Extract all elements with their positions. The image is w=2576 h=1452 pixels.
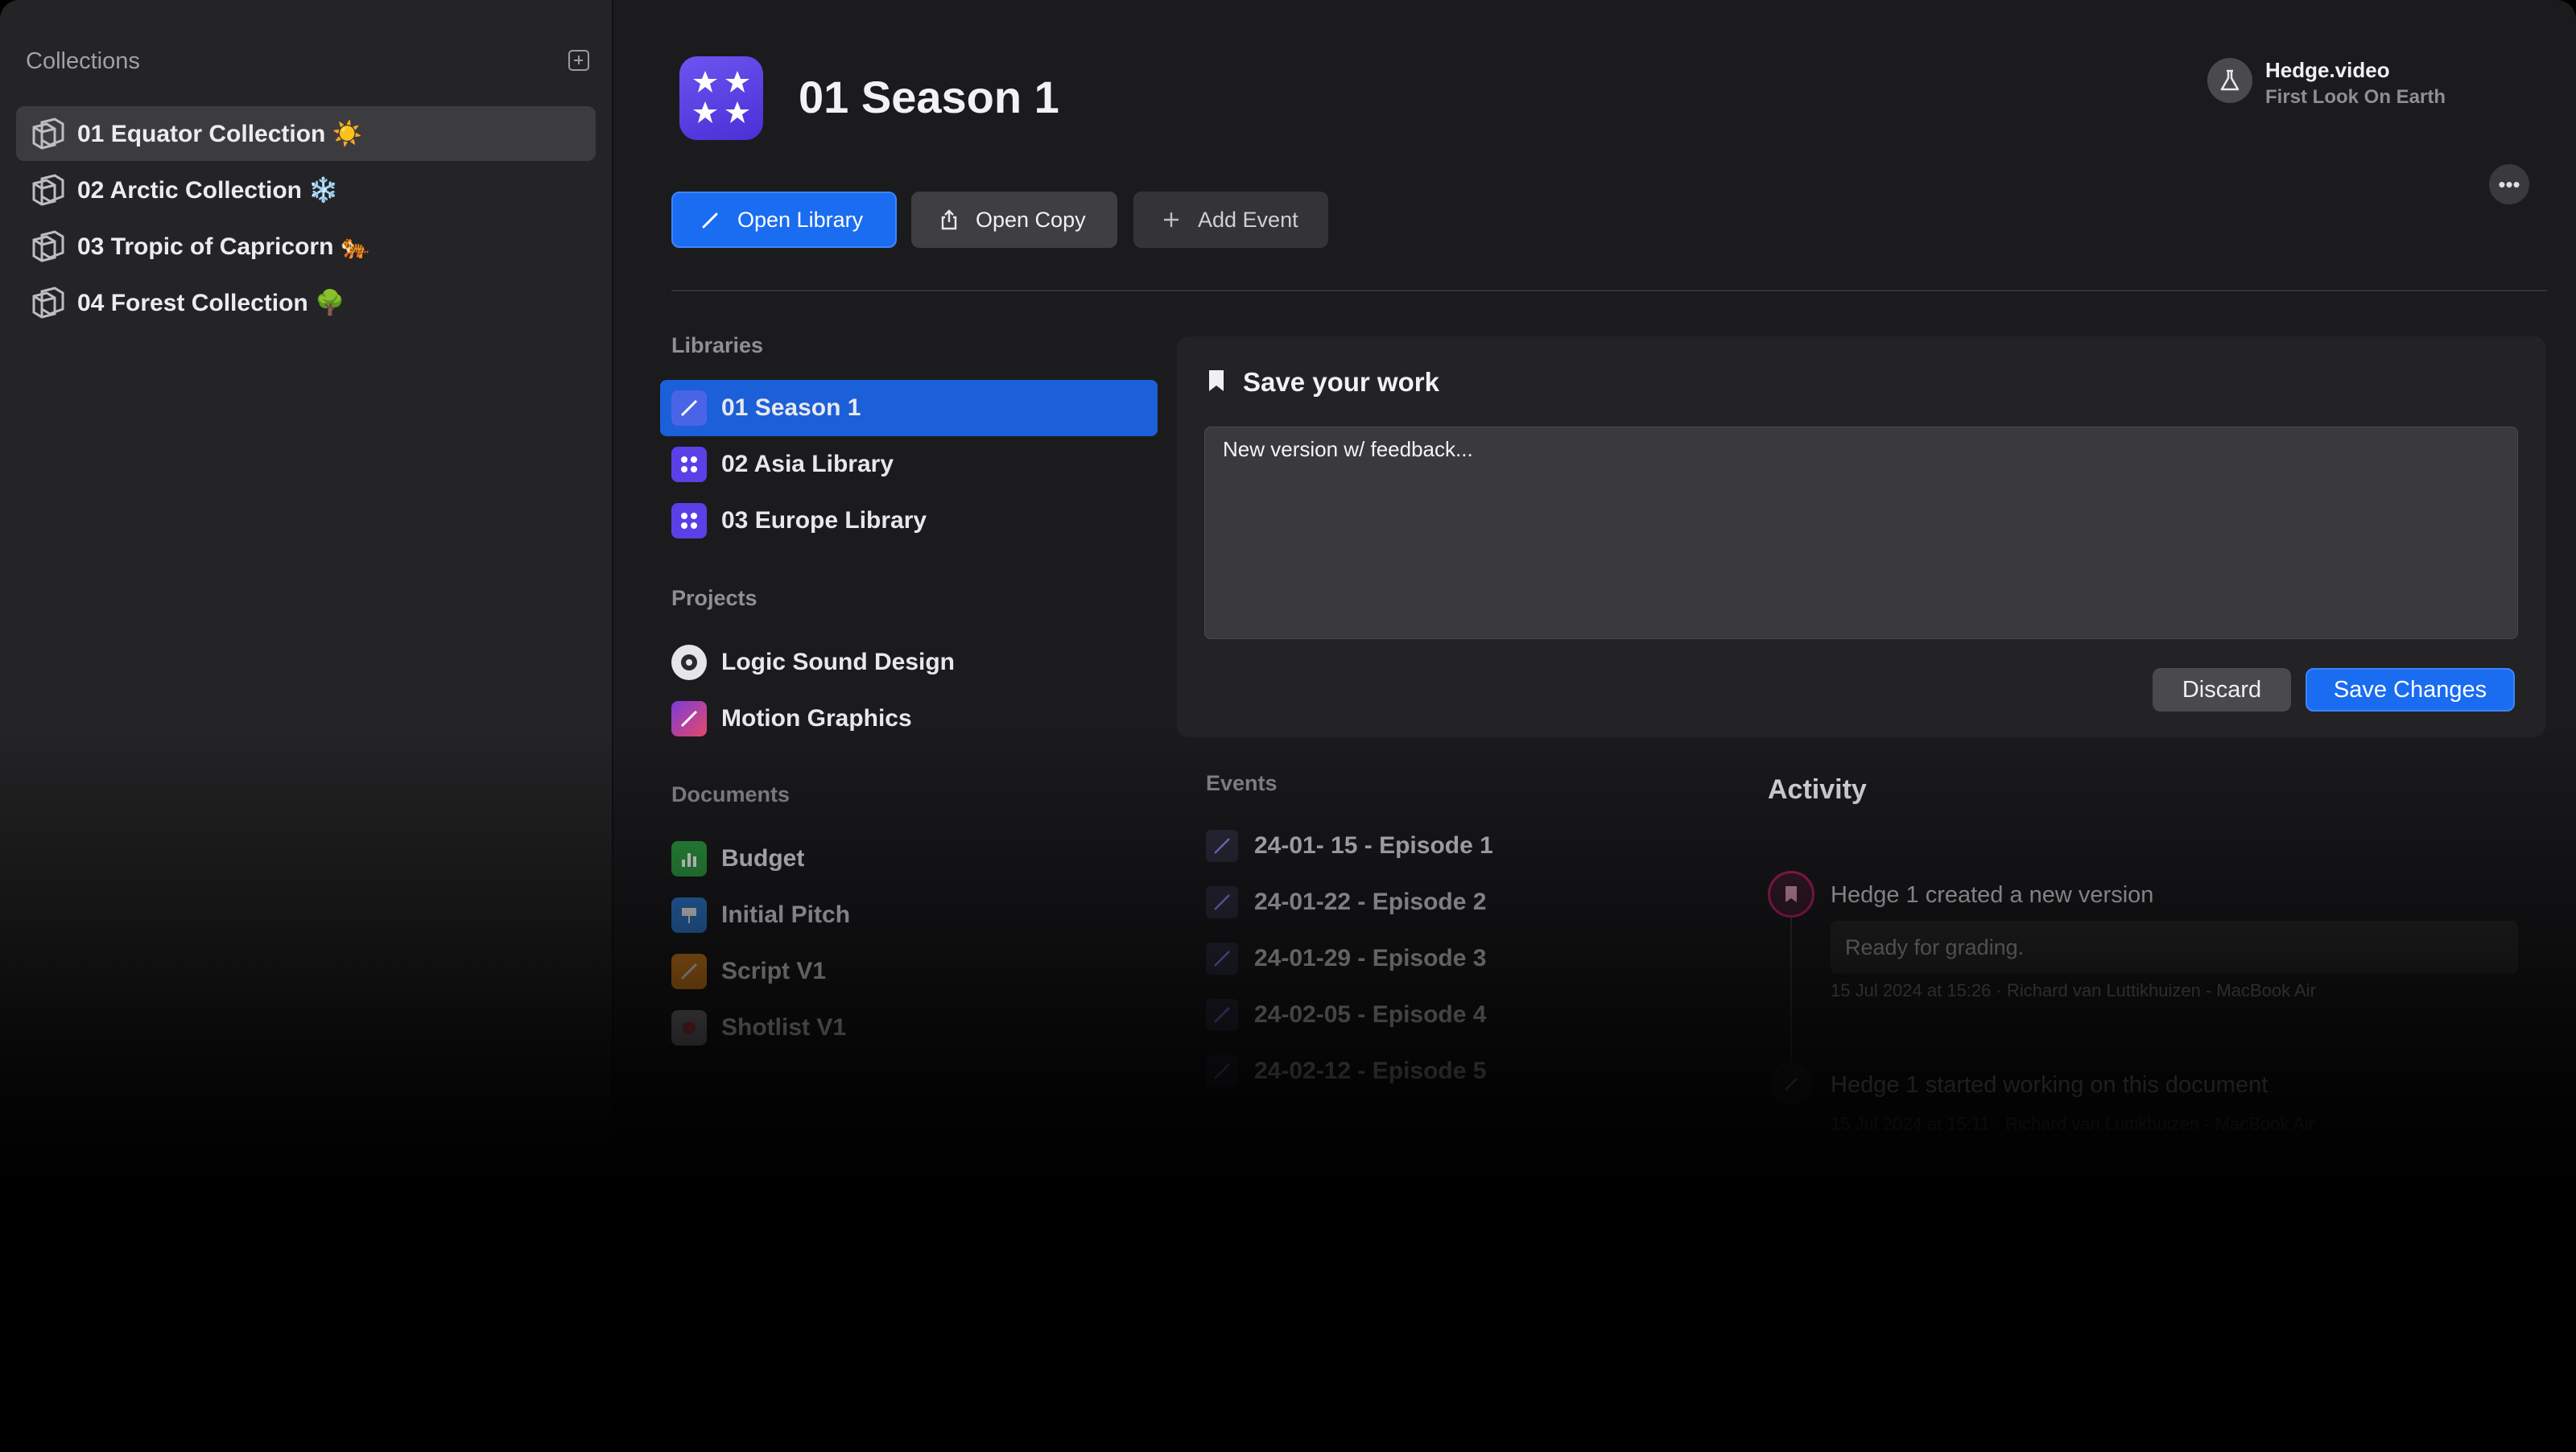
- save-changes-button[interactable]: Save Changes: [2306, 668, 2515, 712]
- event-item[interactable]: 24-02-12 - Episode 5: [1206, 1046, 1486, 1096]
- collection-icon: [32, 287, 64, 319]
- sidebar-item-label: 01 Equator Collection ☀️: [77, 120, 363, 147]
- events-heading: Events: [1206, 771, 1278, 795]
- wand-icon: [1206, 943, 1238, 975]
- event-item[interactable]: 24-01- 15 - Episode 1: [1206, 821, 1493, 871]
- chart-icon: [671, 841, 707, 877]
- document-item-label: Budget: [721, 845, 805, 872]
- event-label: 24-01-22 - Episode 2: [1254, 889, 1487, 915]
- divider: [671, 290, 2547, 291]
- pencil-icon: [671, 954, 707, 989]
- user-account[interactable]: Hedge.video First Look On Earth: [2207, 58, 2446, 109]
- document-item-shotlist[interactable]: Shotlist V1: [660, 1000, 1158, 1056]
- plus-icon: [1164, 212, 1179, 227]
- event-item[interactable]: 24-01-22 - Episode 2: [1206, 877, 1486, 927]
- document-item-label: Initial Pitch: [721, 901, 851, 928]
- discard-button[interactable]: Discard: [2153, 668, 2291, 712]
- project-item-label: Motion Graphics: [721, 705, 912, 732]
- wand-icon: [702, 212, 718, 229]
- motion-app-icon: [671, 701, 707, 736]
- collection-icon: [32, 118, 64, 150]
- library-stars-icon: [671, 503, 707, 538]
- library-item-label: 01 Season 1: [721, 394, 861, 421]
- activity-heading: Activity: [1768, 774, 1867, 805]
- sidebar-item-tropic[interactable]: 03 Tropic of Capricorn 🐅: [16, 219, 596, 274]
- bookmark-icon: [1768, 871, 1814, 918]
- version-note-input[interactable]: New version w/ feedback...: [1204, 427, 2518, 639]
- projects-heading: Projects: [671, 586, 758, 610]
- page-title: 01 Season 1: [799, 72, 1059, 122]
- brush-icon: [671, 1010, 707, 1046]
- logic-app-icon: [671, 645, 707, 680]
- document-item-pitch[interactable]: Initial Pitch: [660, 887, 1158, 943]
- activity-text: Hedge 1 created a new version: [1831, 882, 2154, 908]
- open-copy-button[interactable]: Open Copy: [911, 192, 1117, 248]
- event-label: 24-01- 15 - Episode 1: [1254, 832, 1493, 859]
- event-item[interactable]: 24-02-05 - Episode 4: [1206, 990, 1486, 1040]
- open-library-label: Open Library: [737, 207, 864, 232]
- save-work-panel: Save your work New version w/ feedback..…: [1177, 336, 2545, 737]
- user-name: Hedge.video: [2265, 58, 2390, 82]
- open-library-button[interactable]: Open Library: [671, 192, 897, 248]
- activity-meta: 15 Jul 2024 at 15:11 · Richard van Lutti…: [1831, 1114, 2315, 1134]
- sidebar-item-label: 02 Arctic Collection ❄️: [77, 176, 339, 204]
- library-item-europe[interactable]: 03 Europe Library: [660, 493, 1158, 549]
- collection-icon: [32, 230, 64, 262]
- event-label: 24-01-29 - Episode 3: [1254, 945, 1487, 971]
- library-item-label: 02 Asia Library: [721, 451, 894, 477]
- more-options-icon[interactable]: •••: [2489, 164, 2529, 204]
- project-item-motion[interactable]: Motion Graphics: [660, 691, 1158, 747]
- app-window: Collections 01 Equator Collection ☀️ 02 …: [0, 0, 2576, 1452]
- documents-heading: Documents: [671, 782, 791, 806]
- activity-note: Ready for grading.: [1831, 921, 2518, 974]
- add-collection-icon[interactable]: [568, 50, 589, 71]
- sidebar-item-forest[interactable]: 04 Forest Collection 🌳: [16, 275, 596, 330]
- library-item-season1[interactable]: 01 Season 1: [660, 380, 1158, 436]
- bookmark-icon: [1209, 370, 1224, 391]
- activity-meta: 15 Jul 2024 at 15:26 · Richard van Lutti…: [1831, 980, 2316, 1000]
- sidebar-item-arctic[interactable]: 02 Arctic Collection ❄️: [16, 163, 596, 217]
- flask-icon: [2207, 58, 2252, 103]
- document-item-label: Shotlist V1: [721, 1014, 847, 1041]
- open-copy-label: Open Copy: [976, 207, 1086, 232]
- document-item-script[interactable]: Script V1: [660, 943, 1158, 1000]
- library-stars-icon: [679, 56, 763, 140]
- project-item-logic[interactable]: Logic Sound Design: [660, 634, 1158, 691]
- wand-icon: [1206, 1055, 1238, 1087]
- library-item-asia[interactable]: 02 Asia Library: [660, 436, 1158, 493]
- document-item-budget[interactable]: Budget: [660, 831, 1158, 887]
- event-item[interactable]: 24-01-29 - Episode 3: [1206, 934, 1486, 984]
- panel-title: Save your work: [1243, 367, 1439, 397]
- project-item-label: Logic Sound Design: [721, 649, 955, 675]
- main-content: 01 Season 1 Hedge.video First Look On Ea…: [613, 0, 2576, 1452]
- collection-icon: [32, 174, 64, 206]
- wand-icon: [1206, 999, 1238, 1031]
- wand-icon: [1206, 886, 1238, 918]
- library-item-label: 03 Europe Library: [721, 507, 927, 534]
- libraries-heading: Libraries: [671, 333, 764, 357]
- wand-icon: [1206, 830, 1238, 862]
- wand-icon: [671, 390, 707, 426]
- timeline-line: [1790, 910, 1792, 1070]
- sidebar-item-label: 04 Forest Collection 🌳: [77, 289, 345, 316]
- activity-text: Hedge 1 started working on this document: [1831, 1072, 2268, 1098]
- share-icon: [941, 209, 957, 230]
- pencil-icon: [1769, 1062, 1813, 1106]
- event-label: 24-02-12 - Episode 5: [1254, 1058, 1487, 1084]
- event-label: 24-02-05 - Episode 4: [1254, 1001, 1487, 1028]
- sidebar-item-equator[interactable]: 01 Equator Collection ☀️: [16, 106, 596, 161]
- add-event-label: Add Event: [1198, 207, 1298, 232]
- sidebar-item-label: 03 Tropic of Capricorn 🐅: [77, 233, 371, 260]
- user-subtitle: First Look On Earth: [2265, 86, 2446, 108]
- add-event-button[interactable]: Add Event: [1133, 192, 1328, 248]
- keynote-icon: [671, 897, 707, 933]
- collections-sidebar: Collections 01 Equator Collection ☀️ 02 …: [0, 0, 613, 1452]
- sidebar-heading: Collections: [26, 48, 140, 74]
- document-item-label: Script V1: [721, 958, 827, 984]
- library-stars-icon: [671, 447, 707, 482]
